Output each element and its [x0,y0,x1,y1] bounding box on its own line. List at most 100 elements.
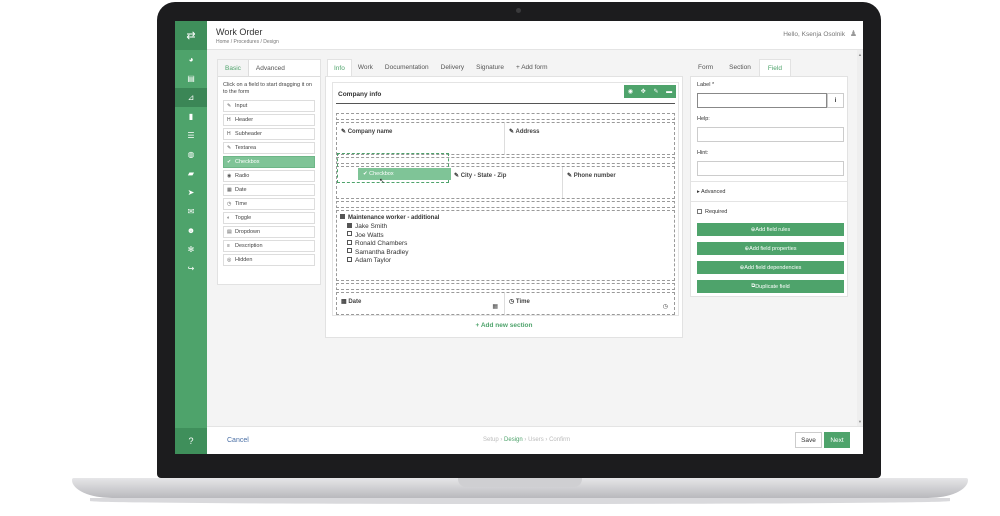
option-label: Samantha Bradley [355,248,409,256]
dragging-checkbox-field[interactable]: ✔ Checkbox [358,168,451,180]
field-subheader[interactable]: H Subheader [223,128,315,140]
clock-icon[interactable]: ◷ [663,303,668,310]
field-hidden[interactable]: ◎ Hidden [223,254,315,266]
date-field[interactable]: ▦ Date ▦ [337,293,504,314]
required-checkbox[interactable]: Required [697,209,727,215]
eye-icon[interactable]: ◉ [628,88,633,95]
user-icon[interactable]: ♟ [850,29,857,38]
scroll-down-icon[interactable]: ▼ [858,419,862,424]
button-label: Add field properties [749,245,797,252]
user-greeting[interactable]: Hello, Ksenja Osolnik [783,31,845,38]
add-field-dependencies-button[interactable]: ⊕ Add field dependencies [697,261,844,274]
field-header[interactable]: H Header [223,114,315,126]
label-field-label: Label * [697,82,715,88]
advanced-label: Advanced [701,189,726,195]
gear-icon[interactable]: ✻ [175,240,207,259]
advanced-toggle[interactable]: ▸ Advanced [697,189,725,195]
trash-icon[interactable]: ▬ [666,89,672,95]
mail-icon[interactable]: ✉ [175,202,207,221]
add-field-rules-button[interactable]: ⊕ Add field rules [697,223,844,236]
truck-icon[interactable]: ▰ [175,164,207,183]
field-title: Time [515,299,530,305]
icon-sidebar: ⇄ ◕ ▤ ⊿ ▮ ☰ ◍ ▰ ➤ ✉ ☻ ✻ ↪ ? [175,21,207,454]
field-date[interactable]: ▦ Date [223,184,315,196]
checkbox-unchecked[interactable] [347,239,352,245]
tab-signature[interactable]: Signature [470,59,510,76]
tab-advanced[interactable]: Advanced [249,60,292,76]
checkbox-checked[interactable] [347,222,352,228]
checkbox-unchecked[interactable] [347,231,352,237]
address-field[interactable]: ✎ Address [504,123,674,154]
scroll-up-icon[interactable]: ▲ [858,52,862,57]
checkbox-option[interactable]: Samantha Bradley [347,248,439,256]
add-form-button[interactable]: + Add form [510,59,554,76]
checkbox-icon[interactable] [697,209,702,215]
phone-number-field[interactable]: ✎ Phone number [562,167,674,198]
swap-icon[interactable]: ⇄ [175,21,207,50]
field-title: Phone number [573,173,616,179]
drop-zone [336,283,675,290]
form-row: Maintenance worker - additional Jake Smi… [336,210,675,281]
tab-delivery[interactable]: Delivery [435,59,470,76]
send-icon[interactable]: ➤ [175,183,207,202]
help-icon[interactable]: ? [175,428,207,454]
save-button[interactable]: Save [795,432,822,448]
add-section-button[interactable]: + Add new section [326,322,682,329]
field-radio[interactable]: ◉ Radio [223,170,315,182]
next-button[interactable]: Next [824,432,850,448]
tab-documentation[interactable]: Documentation [379,59,435,76]
breadcrumb[interactable]: Home / Procedures / Design [216,39,279,45]
info-icon[interactable]: i [827,93,844,108]
city-state-zip-field[interactable]: ✎ City - State - Zip [450,167,562,198]
checkbox-unchecked[interactable] [347,248,352,254]
label-input[interactable] [697,93,827,108]
step-confirm[interactable]: Confirm [549,437,570,443]
field-description[interactable]: ≡ Description [223,240,315,252]
share-icon[interactable]: ↪ [175,259,207,278]
field-input[interactable]: ✎ Input [223,100,315,112]
field-label: Radio [235,173,250,179]
add-field-properties-button[interactable]: ⊕ Add field properties [697,242,844,255]
tab-info[interactable]: Info [327,59,352,76]
field-textarea[interactable]: ✎ Textarea [223,142,315,154]
checkbox-unchecked[interactable] [347,256,352,262]
scrollbar[interactable]: ▲ ▼ [857,50,863,426]
form-section[interactable]: Company info ◉ ✥ ✎ ▬ ✎ Company name ✎ Ad… [332,82,679,316]
text-icon: ≡ [227,243,230,249]
list-icon[interactable]: ☰ [175,126,207,145]
checkbox-option[interactable]: Jake Smith [347,222,439,230]
hint-input[interactable] [697,161,844,176]
dashboard-icon[interactable]: ◕ [175,50,207,69]
globe-icon[interactable]: ◍ [175,145,207,164]
time-field[interactable]: ◷ Time ◷ [504,293,674,314]
step-setup[interactable]: Setup [483,437,499,443]
tab-section[interactable]: Section [721,59,759,76]
checkbox-option[interactable]: Ronald Chambers [347,239,439,247]
field-toggle[interactable]: ◐ Toggle [223,212,315,224]
checkbox-option[interactable]: Adam Taylor [347,256,439,264]
move-icon[interactable]: ✥ [641,88,646,95]
calendar-icon[interactable]: ▦ [492,303,498,310]
field-dropdown[interactable]: ▤ Dropdown [223,226,315,238]
field-time[interactable]: ◷ Time [223,198,315,210]
duplicate-field-button[interactable]: ⧉ Duplicate field [697,280,844,293]
step-users[interactable]: Users [528,437,544,443]
edit-icon[interactable]: ✎ [653,88,658,95]
help-field-label: Help: [697,116,710,122]
checkbox-icon [340,214,345,219]
cancel-button[interactable]: Cancel [227,437,249,444]
tab-form[interactable]: Form [690,59,721,76]
step-design[interactable]: Design [504,437,523,443]
section-toolbar: ◉ ✥ ✎ ▬ [624,85,676,98]
book-icon[interactable]: ▮ [175,107,207,126]
sitemap-icon[interactable]: ⊿ [175,88,207,107]
checkbox-option[interactable]: Joe Watts [347,231,439,239]
help-input[interactable] [697,127,844,142]
field-checkbox[interactable]: ✔ Checkbox [223,156,315,168]
tab-field[interactable]: Field [758,59,791,76]
users-icon[interactable]: ☻ [175,221,207,240]
tab-work[interactable]: Work [352,59,379,76]
document-icon[interactable]: ▤ [175,69,207,88]
tab-basic[interactable]: Basic [218,60,249,76]
company-name-field[interactable]: ✎ Company name [337,123,504,154]
